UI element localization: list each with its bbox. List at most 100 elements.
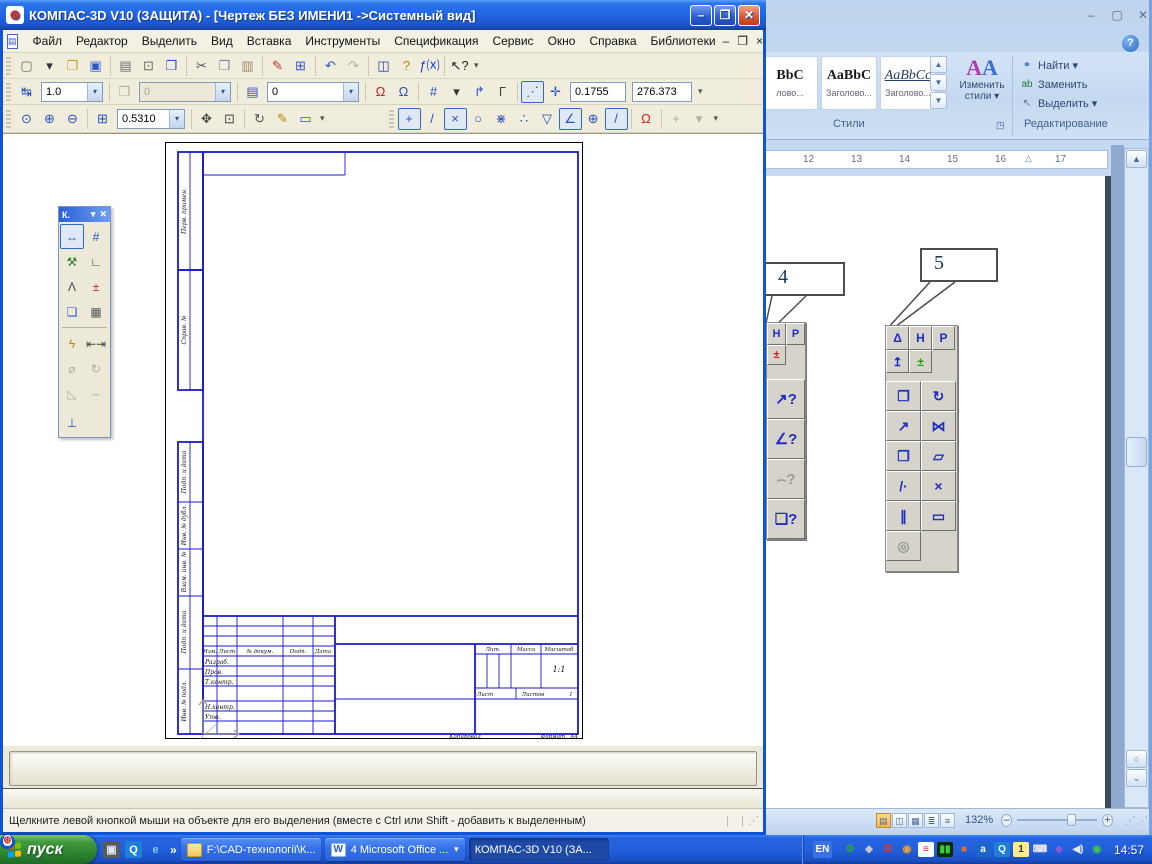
spec-table-button[interactable]: ⊞ xyxy=(289,55,312,77)
grid-dropdown[interactable]: ▾ xyxy=(445,81,468,103)
view-print-layout-button[interactable]: ▤ xyxy=(876,812,891,828)
scroll-thumb[interactable] xyxy=(1126,437,1147,467)
quicktime-tray-icon[interactable]: Q xyxy=(993,842,1010,857)
menu-item[interactable]: Спецификация xyxy=(387,31,485,51)
plus-minus-button[interactable]: ± xyxy=(84,274,108,299)
help-icon[interactable]: ? xyxy=(1122,35,1139,52)
zoom-by-frame-button[interactable]: ⊞ xyxy=(91,108,114,130)
close-button[interactable]: ✕ xyxy=(1130,8,1152,24)
stamp-button[interactable]: ▭ xyxy=(921,501,956,531)
keyboard-tray-icon[interactable]: ⌨ xyxy=(1032,842,1048,857)
toolbar-overflow-icon[interactable]: ▾ xyxy=(474,60,479,71)
snap-tangent-button[interactable]: ▽ xyxy=(536,108,559,130)
language-indicator[interactable]: EN xyxy=(812,841,832,858)
menu-item[interactable]: Вид xyxy=(204,31,240,51)
drawing-canvas[interactable]: Изм. Лист № докум. Подп. Дата Лит. Масса… xyxy=(3,133,763,746)
view-draft-button[interactable]: ≡ xyxy=(940,812,955,828)
radius-dimension-button[interactable]: ⌀ xyxy=(60,356,84,381)
window-tool-button[interactable]: ❏ xyxy=(60,299,84,324)
indent-marker-icon[interactable]: △ xyxy=(1025,153,1032,164)
new-dropdown[interactable]: ▾ xyxy=(38,55,61,77)
zoom-scale-combo[interactable]: 0.5310 ▾ xyxy=(117,108,185,129)
spiral-button[interactable]: ◎ xyxy=(886,531,921,561)
gear-tray-icon[interactable]: ⚙ xyxy=(842,842,858,857)
taskbar-kompas-button[interactable]: ⊛ КОМПАС-3D V10 (ЗА... xyxy=(0,835,609,861)
params-tab-button[interactable]: P xyxy=(786,323,805,345)
move-button[interactable]: ❐ xyxy=(886,381,921,411)
minimize-button[interactable]: – xyxy=(690,4,712,26)
orange-box-tray-icon[interactable]: ■ xyxy=(956,842,972,857)
drawing-sheet[interactable]: Изм. Лист № докум. Подп. Дата Лит. Масса… xyxy=(165,142,583,739)
zoom-in-button[interactable]: + xyxy=(1102,813,1114,827)
mdi-restore-button[interactable]: ❐ xyxy=(737,34,748,48)
break-curve-button[interactable]: × xyxy=(921,471,956,501)
clock[interactable]: 14:57 xyxy=(1114,843,1144,857)
measure-point-distance-button[interactable]: ↔ xyxy=(60,224,84,249)
zoom-select-button[interactable]: ⊙ xyxy=(15,108,38,130)
toolbar-grip[interactable] xyxy=(388,109,394,128)
no-network-tray-icon[interactable]: ☒ xyxy=(880,842,896,857)
resize-grip[interactable]: ⋰⋰ xyxy=(1125,814,1149,827)
chevron-down-icon[interactable]: ▾ xyxy=(91,209,96,220)
show-windows-button[interactable]: ◫ xyxy=(372,55,395,77)
datum-button[interactable]: ⊥ xyxy=(60,410,84,435)
toolbar-grip[interactable] xyxy=(6,56,11,75)
arc-dimension-button[interactable]: ⌢ xyxy=(84,381,108,406)
snap-intersection-button[interactable]: × xyxy=(443,107,467,130)
mdi-minimize-button[interactable]: – xyxy=(723,34,730,48)
toolbar-overflow-icon[interactable]: ▾ xyxy=(698,86,703,97)
menu-item[interactable]: Окно xyxy=(541,31,583,51)
linear-dimension-button[interactable]: ⇤⇥ xyxy=(84,331,108,356)
resize-grip[interactable]: ⋰ xyxy=(748,814,759,827)
rotate-button[interactable]: ↻ xyxy=(921,381,956,411)
ortho-drawing-button[interactable]: Γ xyxy=(491,81,514,103)
keyboard-flag-tray-icon[interactable]: ≡ xyxy=(917,842,934,857)
paste-button[interactable]: ▥ xyxy=(236,55,259,77)
redraw-button[interactable]: ✎ xyxy=(271,108,294,130)
internet-explorer-icon[interactable]: e xyxy=(147,841,164,858)
select-button[interactable]: ↖ Выделить ▾ xyxy=(1020,94,1098,113)
y-coordinate-field[interactable]: 276.373 xyxy=(632,81,692,102)
kompas-title-bar[interactable]: ⊛ КОМПАС-3D V10 (ЗАЩИТА) - [Чертеж БЕЗ И… xyxy=(0,0,766,30)
snap-grid-button[interactable]: ∴ xyxy=(513,108,536,130)
snap-magnet-button[interactable]: Ω xyxy=(635,108,658,130)
snap-center-point-button[interactable]: ⊕ xyxy=(582,108,605,130)
palette-title-bar[interactable]: К. ▾ ✕ xyxy=(59,207,110,222)
menu-item[interactable]: Инструменты xyxy=(298,31,387,51)
undo-button[interactable]: ↶ xyxy=(319,55,342,77)
change-styles-button[interactable]: AA Изменить стили ▾ xyxy=(954,56,1010,114)
close-button[interactable]: ✕ xyxy=(738,4,760,26)
pan-button[interactable]: ✥ xyxy=(195,108,218,130)
styles-gallery-down-button[interactable]: ▼ xyxy=(930,74,947,91)
styles-gallery-up-button[interactable]: ▲ xyxy=(930,56,947,73)
quicktime-icon[interactable]: Q xyxy=(125,841,142,858)
snap-extra-dropdown[interactable]: ▾ xyxy=(688,108,711,130)
volume-meter-tray-icon[interactable]: ▮▮ xyxy=(936,842,953,857)
perpendicular-button[interactable]: ∟ xyxy=(84,249,108,274)
measure-area-button[interactable]: ❏? xyxy=(767,499,805,539)
speaker-tray-icon[interactable]: ◀) xyxy=(1070,842,1086,857)
format-brush-button[interactable]: ✎ xyxy=(266,55,289,77)
measure-step-button[interactable]: # xyxy=(84,224,108,249)
menu-item[interactable]: Файл xyxy=(26,31,70,51)
measure-arc-button[interactable]: ⌢? xyxy=(767,459,805,499)
parallel-button[interactable]: ∥ xyxy=(886,501,921,531)
styles-gallery-more-button[interactable]: ▼ xyxy=(930,92,947,109)
layers-button[interactable]: ▤ xyxy=(241,81,264,103)
snap-midpoint-button[interactable]: / xyxy=(421,108,444,130)
table-tool-button[interactable]: ▦ xyxy=(84,299,108,324)
alert-tray-icon[interactable]: ◉ xyxy=(899,842,915,857)
style-chip[interactable]: BbC лово... xyxy=(762,56,818,110)
nvidia-tray-icon[interactable]: ◉ xyxy=(1089,842,1105,857)
browse-object-button[interactable]: ○ xyxy=(1126,750,1147,768)
plus-minus-button[interactable]: ± xyxy=(767,345,786,365)
menu-item[interactable]: Сервис xyxy=(485,31,540,51)
coordinate-input-icon-button[interactable]: ✛ xyxy=(544,81,567,103)
x-coordinate-field[interactable]: 0.1755 xyxy=(570,81,626,102)
scroll-up-button[interactable]: ▲ xyxy=(1126,150,1147,168)
document-icon[interactable]: ▤ xyxy=(7,33,18,49)
global-snap-magnet-button[interactable]: Ω xyxy=(392,81,415,103)
copy-button[interactable]: ❐ xyxy=(213,55,236,77)
quick-dimension-button[interactable]: ϟ xyxy=(60,331,84,356)
new-document-button[interactable]: ▢ xyxy=(15,55,38,77)
